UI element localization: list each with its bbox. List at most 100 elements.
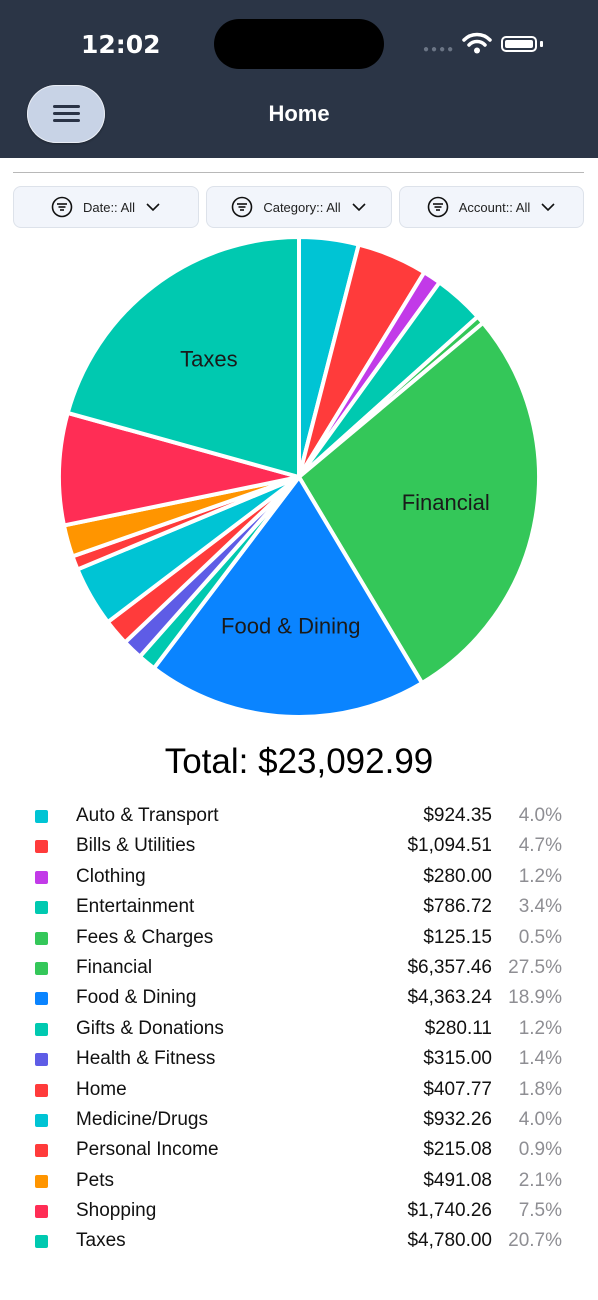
- legend-swatch: [35, 1144, 48, 1158]
- chevron-down-icon: [352, 203, 366, 212]
- legend-amount: $924.35: [423, 805, 492, 826]
- dynamic-island: [214, 19, 384, 69]
- legend-swatch: [35, 840, 48, 854]
- legend-row[interactable]: Clothing $280.00 1.2%: [0, 861, 598, 891]
- pie-slice-label: Taxes: [180, 347, 237, 372]
- legend-amount: $4,363.24: [407, 987, 492, 1009]
- legend-category-name: Taxes: [76, 1230, 126, 1252]
- legend-percent: 4.7%: [518, 835, 562, 857]
- legend-swatch: [35, 1053, 48, 1067]
- status-time: 12:02: [81, 30, 161, 59]
- legend-swatch: [35, 870, 48, 884]
- legend-swatch: [35, 1205, 48, 1219]
- battery-tip: [540, 41, 543, 47]
- legend-percent: 18.9%: [508, 987, 562, 1009]
- wifi-icon: [462, 32, 492, 54]
- legend-percent: 7.5%: [518, 1200, 562, 1222]
- legend-swatch: [35, 810, 48, 823]
- chevron-down-icon: [146, 203, 160, 212]
- legend-row[interactable]: Taxes $4,780.00 20.7%: [0, 1225, 598, 1255]
- legend-row[interactable]: Personal Income $215.08 0.9%: [0, 1134, 598, 1164]
- legend-category-name: Shopping: [76, 1200, 157, 1222]
- total-label: Total: $23,092.99: [164, 742, 434, 781]
- category-pie-chart[interactable]: Financial Food & Dining Taxes: [0, 230, 598, 730]
- legend-amount: $932.26: [423, 1108, 492, 1130]
- legend-swatch: [35, 961, 48, 975]
- legend-swatch: [35, 1235, 48, 1249]
- page-title: Home: [268, 101, 330, 126]
- category-filter-button[interactable]: Category:: All: [206, 186, 392, 228]
- account-filter-button[interactable]: Account:: All: [399, 186, 584, 228]
- legend-percent: 1.2%: [518, 1017, 562, 1039]
- legend-percent: 2.1%: [518, 1169, 562, 1191]
- date-filter-button[interactable]: Date:: All: [13, 186, 199, 228]
- divider: [13, 172, 584, 173]
- legend-percent: 20.7%: [508, 1230, 562, 1252]
- legend-category-name: Clothing: [76, 865, 146, 887]
- legend-percent: 27.5%: [508, 956, 562, 978]
- legend-swatch: [35, 1174, 48, 1188]
- legend-amount: $315.00: [423, 1048, 492, 1070]
- legend-swatch: [35, 1083, 48, 1097]
- legend-amount: $491.08: [423, 1169, 492, 1191]
- legend-percent: 0.5%: [518, 926, 562, 948]
- legend-row[interactable]: Entertainment $786.72 3.4%: [0, 891, 598, 921]
- legend-category-name: Financial: [76, 956, 153, 978]
- filter-icon: [427, 196, 449, 218]
- legend-row[interactable]: Shopping $1,740.26 7.5%: [0, 1195, 598, 1225]
- legend-row[interactable]: Bills & Utilities $1,094.51 4.7%: [0, 830, 598, 860]
- legend-amount: $1,740.26: [407, 1200, 492, 1222]
- legend-swatch: [35, 931, 48, 945]
- legend-category-name: Home: [76, 1078, 127, 1100]
- legend-category-name: Pets: [76, 1169, 115, 1191]
- legend-category-name: Food & Dining: [76, 987, 197, 1009]
- cellular-signal-icon: ●●●●: [423, 44, 456, 55]
- legend-row[interactable]: Health & Fitness $315.00 1.4%: [0, 1043, 598, 1073]
- legend-category-name: Personal Income: [76, 1139, 219, 1161]
- legend-swatch: [35, 1113, 48, 1127]
- legend-row[interactable]: Auto & Transport $924.35 4.0%: [0, 800, 598, 830]
- legend-swatch: [35, 1022, 48, 1036]
- filter-icon: [51, 196, 73, 218]
- legend-amount: $6,357.46: [407, 956, 492, 978]
- nav-header: 12:02 ●●●● Home: [0, 0, 598, 158]
- legend-category-name: Entertainment: [76, 896, 195, 918]
- date-filter-label: Date:: All: [82, 199, 136, 215]
- battery-icon: [501, 36, 537, 52]
- filter-icon: [232, 196, 253, 218]
- legend-percent: 0.9%: [518, 1139, 562, 1161]
- legend-amount: $280.11: [424, 1017, 492, 1039]
- legend-row[interactable]: Financial $6,357.46 27.5%: [0, 952, 598, 982]
- legend-row[interactable]: Pets $491.08 2.1%: [0, 1165, 598, 1195]
- category-filter-label: Category:: All: [263, 199, 341, 215]
- legend-percent: 1.2%: [518, 865, 562, 887]
- legend-amount: $4,780.00: [407, 1230, 492, 1252]
- legend-row[interactable]: Medicine/Drugs $932.26 4.0%: [0, 1104, 598, 1134]
- legend-amount: $786.72: [423, 896, 492, 918]
- legend-category-name: Bills & Utilities: [76, 835, 196, 857]
- legend-amount: $125.15: [423, 926, 492, 948]
- legend-row[interactable]: Food & Dining $4,363.24 18.9%: [0, 982, 598, 1012]
- legend-amount: $407.77: [423, 1078, 492, 1100]
- legend-percent: 3.4%: [518, 896, 562, 918]
- chevron-down-icon: [541, 203, 555, 212]
- legend-category-name: Auto & Transport: [76, 805, 219, 826]
- legend-category-name: Fees & Charges: [76, 926, 214, 948]
- legend-swatch: [35, 901, 48, 915]
- legend-row[interactable]: Fees & Charges $125.15 0.5%: [0, 922, 598, 952]
- legend-amount: $280.00: [423, 865, 492, 887]
- legend-amount: $1,094.51: [407, 835, 492, 857]
- legend-row[interactable]: Home $407.77 1.8%: [0, 1074, 598, 1104]
- legend-amount: $215.08: [423, 1139, 492, 1161]
- legend-category-name: Gifts & Donations: [76, 1017, 224, 1039]
- account-filter-label: Account:: All: [458, 199, 531, 215]
- legend-percent: 1.8%: [518, 1078, 562, 1100]
- legend-percent: 4.0%: [518, 805, 562, 826]
- legend-swatch: [35, 992, 48, 1006]
- legend-category-name: Medicine/Drugs: [76, 1108, 208, 1130]
- category-legend: Auto & Transport $924.35 4.0% Bills & Utili…: [0, 800, 598, 1256]
- legend-percent: 1.4%: [518, 1048, 562, 1070]
- legend-category-name: Health & Fitness: [76, 1048, 216, 1070]
- legend-row[interactable]: Gifts & Donations $280.11 1.2%: [0, 1013, 598, 1043]
- pie-slice-label: Financial: [402, 490, 490, 515]
